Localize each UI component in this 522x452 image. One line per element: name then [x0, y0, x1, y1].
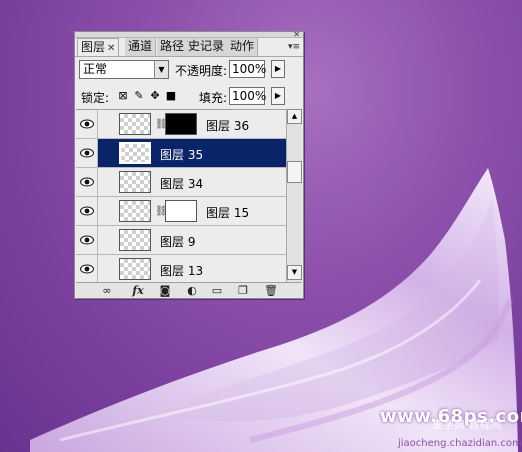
layer-name[interactable]: 图层 35	[160, 146, 203, 163]
blend-mode-value: 正常	[83, 62, 108, 76]
visibility-toggle[interactable]	[76, 139, 98, 167]
layer-row[interactable]: 图层 13	[76, 255, 286, 282]
fill-label: 填充:	[199, 91, 228, 105]
tab-label: 通道	[128, 39, 153, 53]
tab-label: 动作	[230, 39, 255, 53]
layer-thumbnail[interactable]	[119, 258, 151, 280]
layer-row-selected[interactable]: 图层 35	[76, 139, 286, 168]
eye-icon	[80, 264, 94, 274]
layer-thumbnail[interactable]	[119, 142, 151, 164]
scroll-thumb[interactable]	[287, 161, 302, 183]
visibility-toggle[interactable]	[76, 255, 98, 282]
watermark-url: jiaocheng.chazidian.com	[398, 438, 522, 449]
panel-tabs: 图层✕ 通道 路径 历史记录 动作	[77, 38, 303, 57]
tab-label: 路径	[160, 39, 185, 53]
lock-all-icon[interactable]: ■	[165, 90, 177, 102]
lock-transparency-icon[interactable]: ⊠	[117, 90, 129, 102]
panel-close-icon[interactable]: ✕	[293, 31, 300, 39]
panel-menu-icon[interactable]: ▾≡	[288, 43, 300, 52]
layer-thumbnail[interactable]	[119, 229, 151, 251]
fill-slider-arrow-icon[interactable]: ▶	[271, 87, 285, 105]
visibility-toggle[interactable]	[76, 197, 98, 225]
visibility-toggle[interactable]	[76, 110, 98, 138]
add-mask-icon[interactable]: ◙	[158, 284, 172, 297]
tab-history[interactable]: 历史记录	[187, 38, 231, 56]
fill-input[interactable]: 100%	[229, 87, 266, 105]
new-layer-icon[interactable]: ❐	[236, 284, 250, 297]
layers-list: ⛓ 图层 36 图层 35 图层 34 ⛓ 图层 15 图层 9 图层 13	[76, 109, 286, 282]
layer-name[interactable]: 图层 36	[206, 117, 249, 134]
eye-icon	[80, 119, 94, 129]
new-group-folder-icon[interactable]: ▭	[210, 284, 224, 297]
lock-fill-row: 锁定: ⊠ ✎ ✥ ■ 填充: 100% ▶	[79, 87, 301, 107]
layer-row[interactable]: ⛓ 图层 36	[76, 110, 286, 139]
link-icon[interactable]: ∞	[98, 284, 116, 297]
tab-divider	[75, 56, 303, 57]
eye-icon	[80, 148, 94, 158]
layer-name[interactable]: 图层 34	[160, 175, 203, 192]
tab-label: 历史记录	[187, 39, 225, 53]
lock-position-move-icon[interactable]: ✥	[149, 90, 161, 102]
tab-actions[interactable]: 动作	[227, 38, 259, 56]
layer-name[interactable]: 图层 9	[160, 233, 195, 250]
eye-icon	[80, 177, 94, 187]
layers-bottom-toolbar: ∞ fx ◙ ◐ ▭ ❐ 🗑	[76, 282, 302, 298]
watermark-overlay: 查字典 教程网	[432, 418, 502, 431]
tab-close-icon[interactable]: ✕	[107, 43, 115, 54]
scroll-up-icon[interactable]: ▲	[287, 109, 302, 124]
layer-thumbnail[interactable]	[119, 171, 151, 193]
layer-row[interactable]: 图层 9	[76, 226, 286, 255]
trash-icon[interactable]: 🗑	[264, 284, 278, 297]
layer-thumbnail[interactable]	[119, 113, 151, 135]
layer-name[interactable]: 图层 13	[160, 262, 203, 279]
eye-icon	[80, 235, 94, 245]
lock-label: 锁定:	[81, 91, 110, 105]
tab-paths[interactable]: 路径	[157, 38, 189, 56]
lock-pixels-brush-icon[interactable]: ✎	[133, 90, 145, 102]
opacity-slider-arrow-icon[interactable]: ▶	[271, 60, 285, 78]
eye-icon	[80, 206, 94, 216]
layer-thumbnail[interactable]	[119, 200, 151, 222]
layer-row[interactable]: ⛓ 图层 15	[76, 197, 286, 226]
chevron-down-icon[interactable]: ▼	[154, 61, 168, 78]
blend-opacity-row: 正常 ▼ 不透明度: 100% ▶	[79, 60, 301, 80]
scroll-down-icon[interactable]: ▼	[287, 265, 302, 280]
layer-mask-thumbnail[interactable]	[165, 113, 197, 135]
tab-label: 图层	[81, 40, 106, 54]
opacity-label: 不透明度:	[175, 64, 228, 78]
visibility-toggle[interactable]	[76, 226, 98, 254]
opacity-input[interactable]: 100%	[229, 60, 266, 78]
visibility-toggle[interactable]	[76, 168, 98, 196]
adjustment-layer-icon[interactable]: ◐	[184, 284, 200, 297]
blend-mode-select[interactable]: 正常 ▼	[79, 60, 169, 79]
layer-row[interactable]: 图层 34	[76, 168, 286, 197]
layer-mask-thumbnail[interactable]	[165, 200, 197, 222]
fx-icon[interactable]: fx	[128, 284, 148, 297]
layers-panel: ✕ 图层✕ 通道 路径 历史记录 动作 ▾≡ 正常 ▼ 不透明度: 100% ▶…	[74, 31, 304, 299]
tab-layers[interactable]: 图层 ✕	[77, 38, 120, 57]
tab-channels[interactable]: 通道	[125, 38, 157, 56]
layers-scrollbar[interactable]: ▲ ▼	[286, 109, 302, 282]
layer-name[interactable]: 图层 15	[206, 204, 249, 221]
